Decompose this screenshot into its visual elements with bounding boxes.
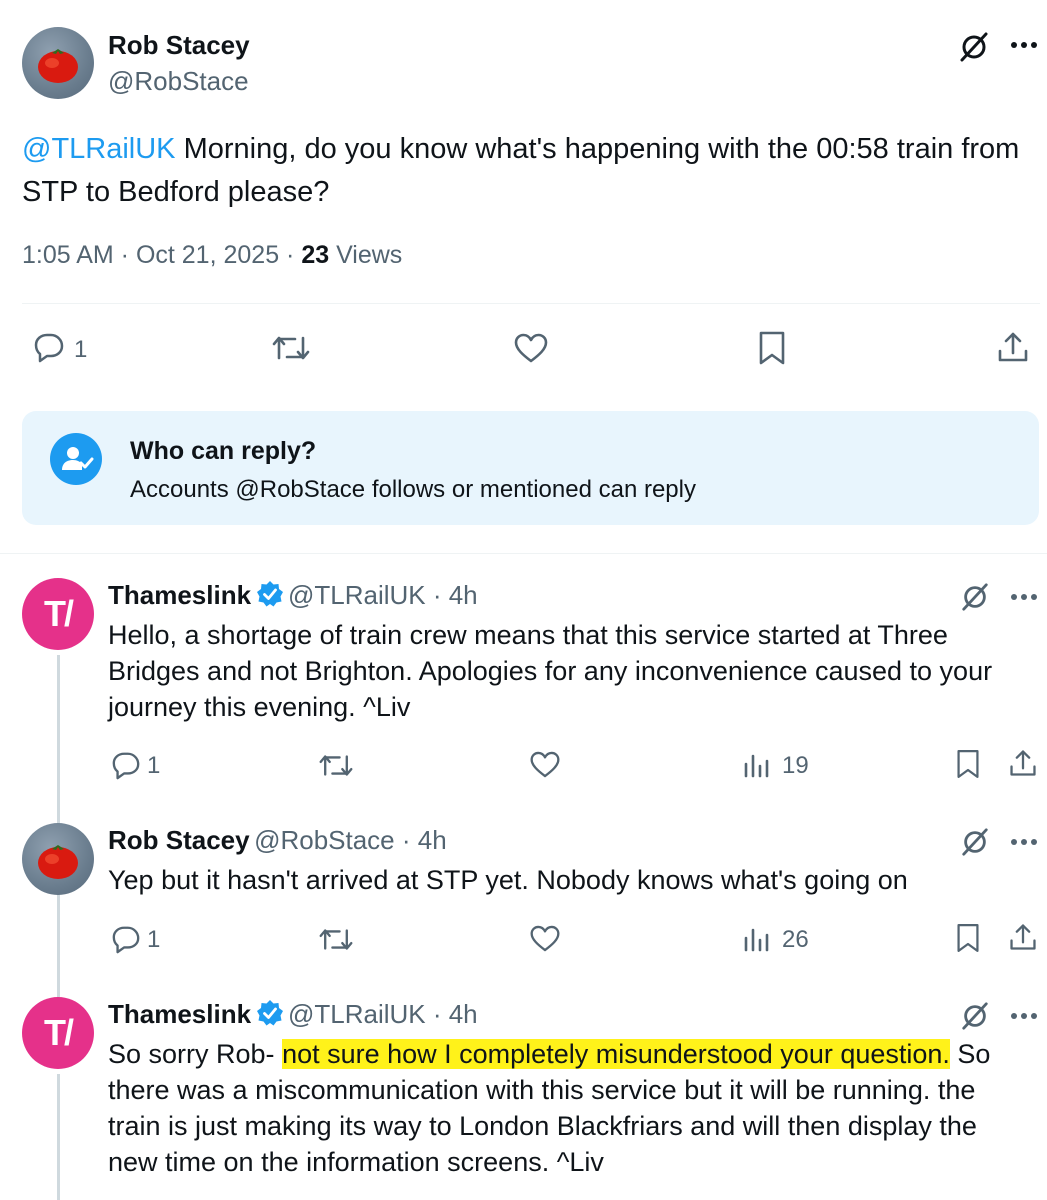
reply-count: 1 xyxy=(147,752,161,779)
author-handle[interactable]: @RobStace xyxy=(108,66,249,97)
reply-icon[interactable] xyxy=(110,924,142,954)
more-icon[interactable] xyxy=(1010,837,1038,847)
reply-icon[interactable] xyxy=(32,331,66,363)
like-icon[interactable] xyxy=(513,332,549,364)
author-name[interactable]: Thameslink xyxy=(108,999,251,1029)
reply-body: So sorry Rob- not sure how I completely … xyxy=(108,1036,1033,1180)
avatar-rob-stacey[interactable] xyxy=(22,27,94,99)
like-icon[interactable] xyxy=(529,924,561,953)
grok-icon[interactable] xyxy=(960,827,990,857)
reply-header: Thameslink @TLRailUK · 4h xyxy=(108,580,478,611)
post-meta: 1:05 AM · Oct 21, 2025 · 23 Views xyxy=(22,241,402,270)
divider xyxy=(22,303,1040,304)
thread-line xyxy=(57,655,60,825)
grok-icon[interactable] xyxy=(960,582,990,612)
reply-restriction-subtitle: Accounts @RobStace follows or mentioned … xyxy=(130,476,696,503)
views-count: 19 xyxy=(782,752,809,779)
timestamp[interactable]: 1:05 AM · Oct 21, 2025 · xyxy=(22,241,301,269)
highlighted-text: not sure how I completely misunderstood … xyxy=(282,1039,950,1069)
bookmark-icon[interactable] xyxy=(956,748,980,780)
avatar-thameslink[interactable]: T/ xyxy=(22,997,94,1069)
views-icon[interactable] xyxy=(743,926,771,952)
views-count: 23 xyxy=(301,241,330,269)
tomato-avatar-image xyxy=(38,49,78,83)
share-icon[interactable] xyxy=(1008,922,1038,952)
author-name[interactable]: Rob Stacey xyxy=(108,825,250,855)
views-label: Views xyxy=(329,241,403,269)
share-icon[interactable] xyxy=(1008,748,1038,778)
divider xyxy=(0,553,1047,554)
post-body: @TLRailUK Morning, do you know what's ha… xyxy=(22,128,1042,214)
tomato-avatar-image xyxy=(38,845,78,879)
avatar-thameslink[interactable]: T/ xyxy=(22,578,94,650)
reply-count: 1 xyxy=(147,926,161,953)
author-handle-time[interactable]: @TLRailUK · 4h xyxy=(288,580,478,610)
author-name[interactable]: Thameslink xyxy=(108,580,251,610)
repost-icon[interactable] xyxy=(318,751,354,780)
bookmark-icon[interactable] xyxy=(758,330,786,366)
views-count: 26 xyxy=(782,926,809,953)
views-icon[interactable] xyxy=(743,752,771,778)
avatar-rob-stacey[interactable] xyxy=(22,823,94,895)
reply-count: 1 xyxy=(74,336,88,363)
thread-line xyxy=(57,893,60,997)
reply-body: Yep but it hasn't arrived at STP yet. No… xyxy=(108,865,908,895)
mention-link[interactable]: @TLRailUK xyxy=(22,133,176,165)
author-handle-time[interactable]: @RobStace · 4h xyxy=(254,825,447,855)
reply-header: Rob Stacey @RobStace · 4h xyxy=(108,825,447,856)
reply-body: Hello, a shortage of train crew means th… xyxy=(108,620,993,722)
verified-badge-icon xyxy=(256,999,284,1027)
grok-icon[interactable] xyxy=(960,1001,990,1031)
reply-icon[interactable] xyxy=(110,750,142,780)
reply-restriction-title: Who can reply? xyxy=(130,437,317,465)
thameslink-logo: T/ xyxy=(44,1012,74,1053)
bookmark-icon[interactable] xyxy=(956,922,980,954)
reply-header: Thameslink @TLRailUK · 4h xyxy=(108,999,478,1030)
repost-icon[interactable] xyxy=(318,925,354,954)
more-icon[interactable] xyxy=(1010,592,1038,602)
reply-text-start: So sorry Rob- xyxy=(108,1039,283,1069)
thameslink-logo: T/ xyxy=(44,593,74,634)
more-icon[interactable] xyxy=(1010,40,1038,50)
verified-badge-icon xyxy=(256,580,284,608)
author-handle-time[interactable]: @TLRailUK · 4h xyxy=(288,999,478,1029)
user-check-icon xyxy=(50,433,102,485)
grok-icon[interactable] xyxy=(958,31,990,63)
repost-icon[interactable] xyxy=(271,332,311,364)
like-icon[interactable] xyxy=(529,750,561,779)
thread-line xyxy=(57,1074,60,1200)
reply-restriction-box: Who can reply? Accounts @RobStace follow… xyxy=(22,411,1039,525)
share-icon[interactable] xyxy=(996,330,1030,364)
author-name[interactable]: Rob Stacey xyxy=(108,30,250,61)
more-icon[interactable] xyxy=(1010,1011,1038,1021)
